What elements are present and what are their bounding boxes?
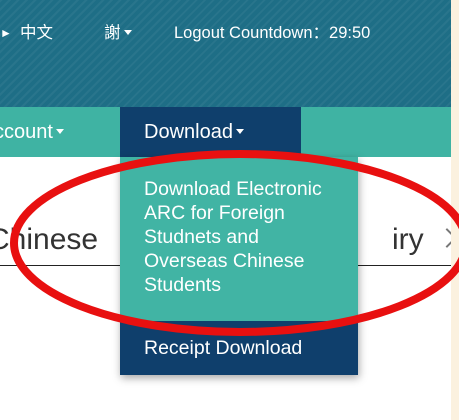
menu-item-label-line: Download Electronic: [144, 178, 322, 200]
user-name: 謝: [104, 24, 121, 42]
nav-account-label: ccount: [0, 121, 53, 143]
menu-item-label-line: Students: [144, 274, 221, 296]
page-edge: [451, 0, 459, 420]
nav-account[interactable]: ccount: [0, 107, 104, 157]
menu-item-download-electronic-arc[interactable]: Download Electronic ARC for Foreign Stud…: [120, 157, 358, 321]
top-bar: ► 中文 謝 Logout Countdown：29:50: [0, 0, 451, 107]
logout-countdown: Logout Countdown：29:50: [174, 24, 371, 42]
language-switch[interactable]: 中文: [20, 23, 53, 43]
main-nav: ccount Download: [0, 107, 451, 157]
user-caret-icon: [123, 30, 132, 36]
menu-item-label: Receipt Download: [144, 337, 303, 359]
nav-download[interactable]: Download: [120, 107, 301, 157]
page: ► 中文 謝 Logout Countdown：29:50 ccount Dow…: [0, 0, 459, 420]
language-arrow-icon[interactable]: ►: [0, 23, 12, 43]
user-menu[interactable]: 謝: [104, 23, 132, 43]
download-dropdown-menu: Download Electronic ARC for Foreign Stud…: [120, 157, 358, 375]
menu-item-label-line: ARC for Foreign: [144, 202, 285, 224]
tab-chinese[interactable]: Chinese: [0, 223, 98, 257]
nav-download-label: Download: [144, 121, 233, 143]
menu-item-label-line: Overseas Chinese: [144, 250, 305, 272]
tab-inquiry[interactable]: iry: [392, 223, 424, 257]
menu-item-label-line: Studnets and: [144, 226, 259, 248]
download-caret-icon: [235, 129, 244, 135]
account-caret-icon: [55, 129, 64, 135]
menu-item-receipt-download[interactable]: Receipt Download: [120, 321, 358, 375]
language-label: 中文: [20, 24, 53, 42]
